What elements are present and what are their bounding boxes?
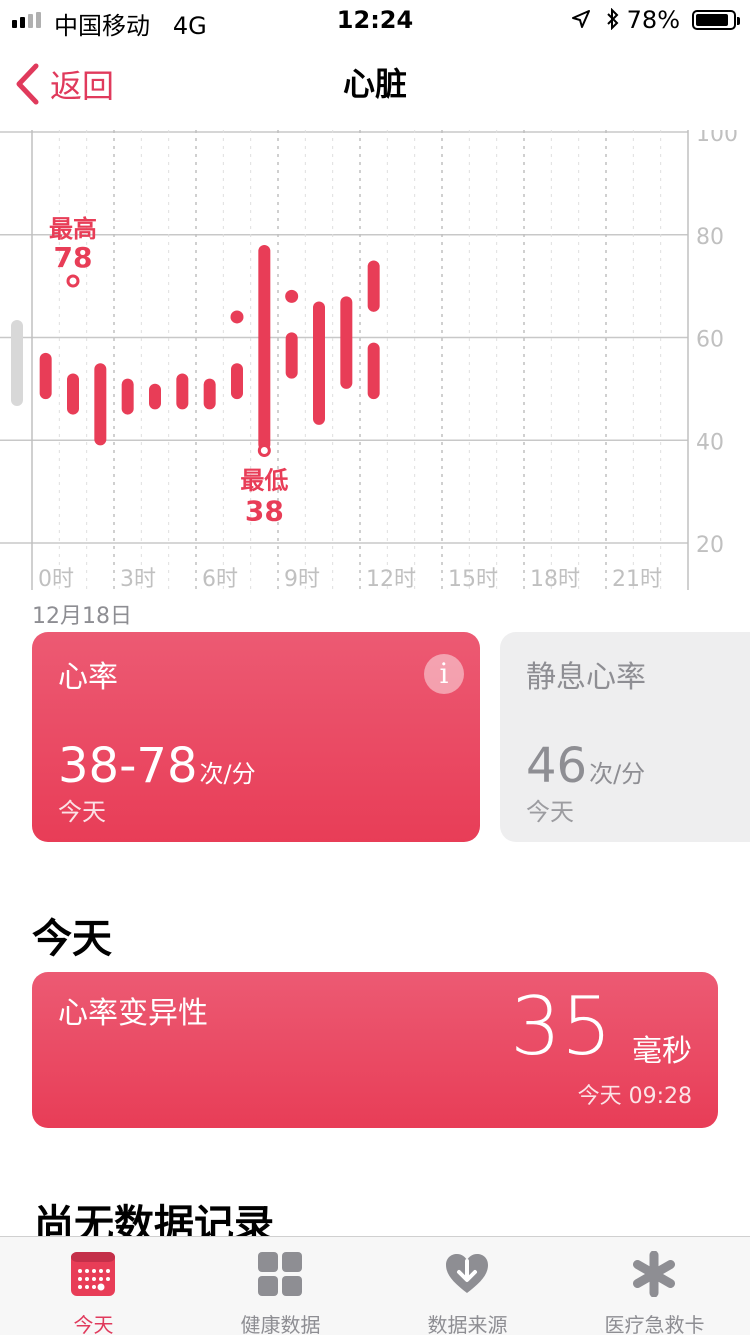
resting-heart-rate-date: 今天 bbox=[526, 798, 574, 826]
resting-heart-rate-card[interactable]: 静息心率 46次/分 今天 bbox=[500, 632, 750, 842]
hrv-unit: 毫秒 bbox=[632, 1034, 692, 1069]
x-tick-label: 9时 bbox=[284, 567, 320, 592]
heart-rate-range-bar bbox=[121, 378, 134, 415]
nav-bar: 返回 心脏 bbox=[0, 40, 750, 130]
status-bar: 中国移动 4G 12:24 78% bbox=[0, 0, 750, 40]
tab-health-data[interactable]: 健康数据 bbox=[187, 1237, 374, 1337]
heart-rate-range-bar bbox=[203, 378, 216, 410]
max-label: 最高 bbox=[49, 215, 97, 243]
x-tick-label: 21时 bbox=[612, 567, 662, 592]
scroll-handle bbox=[11, 320, 23, 406]
heart-rate-range-bar bbox=[176, 373, 189, 410]
heart-rate-chart[interactable]: 100 80 60 40 20 0时 3时 6时 9时 12时 15时 18时 21时 最高78 最低38 bbox=[0, 130, 750, 630]
x-tick-label: 3时 bbox=[120, 567, 156, 592]
min-value: 38 bbox=[245, 495, 284, 528]
y-tick-label: 100 bbox=[696, 130, 738, 147]
battery-percent: 78% bbox=[626, 6, 680, 34]
hrv-value: 35 bbox=[510, 980, 612, 1073]
max-value: 78 bbox=[54, 241, 93, 274]
heart-rate-point bbox=[230, 310, 244, 324]
heart-rate-range-bar bbox=[367, 260, 380, 312]
page-title: 心脏 bbox=[342, 65, 407, 103]
heart-rate-range-bar bbox=[258, 245, 271, 451]
tab-today[interactable]: 今天 bbox=[0, 1237, 187, 1337]
resting-heart-rate-value: 46次/分 bbox=[526, 738, 646, 794]
resting-heart-rate-unit: 次/分 bbox=[589, 760, 646, 788]
heart-rate-range-bar bbox=[39, 352, 52, 400]
heart-rate-range-bar bbox=[149, 383, 161, 410]
heart-rate-date: 今天 bbox=[58, 798, 106, 826]
battery-icon bbox=[692, 10, 740, 30]
location-icon bbox=[572, 10, 590, 28]
asterisk-icon bbox=[633, 1251, 675, 1297]
info-icon[interactable]: i bbox=[424, 654, 464, 694]
section-title-today: 今天 bbox=[32, 916, 112, 962]
max-marker bbox=[66, 274, 80, 288]
resting-heart-rate-title: 静息心率 bbox=[526, 660, 646, 695]
heart-rate-unit: 次/分 bbox=[199, 760, 256, 788]
heart-rate-range-bar bbox=[340, 296, 353, 389]
hrv-timestamp: 今天 09:28 bbox=[577, 1084, 692, 1109]
heart-rate-range-bar bbox=[313, 301, 325, 425]
y-tick-label: 80 bbox=[696, 225, 724, 250]
hrv-card[interactable]: 心率变异性 35 毫秒 今天 09:28 bbox=[32, 972, 718, 1128]
x-tick-label: 12时 bbox=[366, 567, 416, 592]
tab-sources[interactable]: 数据来源 bbox=[374, 1237, 561, 1337]
tab-bar: 今天 健康数据 数据来源 医疗急救卡 bbox=[0, 1236, 750, 1337]
heart-rate-range-bar bbox=[231, 363, 243, 400]
bluetooth-icon bbox=[607, 8, 619, 30]
heart-rate-title: 心率 bbox=[58, 660, 118, 695]
heart-rate-range-bar bbox=[67, 373, 79, 415]
min-label: 最低 bbox=[240, 467, 288, 495]
hrv-title: 心率变异性 bbox=[58, 996, 208, 1031]
x-tick-label: 6时 bbox=[202, 567, 238, 592]
heart-rate-card[interactable]: 心率 i 38-78次/分 今天 bbox=[32, 632, 480, 842]
y-tick-label: 40 bbox=[696, 430, 724, 455]
heart-download-icon bbox=[446, 1254, 488, 1293]
x-tick-label: 15时 bbox=[448, 567, 498, 592]
chart-date: 12月18日 bbox=[32, 604, 132, 629]
calendar-icon bbox=[71, 1252, 115, 1296]
y-tick-label: 60 bbox=[696, 328, 724, 353]
heart-rate-point bbox=[285, 289, 299, 303]
tab-medical-id[interactable]: 医疗急救卡 bbox=[561, 1237, 748, 1337]
x-tick-label: 0时 bbox=[38, 567, 74, 592]
grid-icon bbox=[258, 1252, 302, 1296]
min-marker bbox=[257, 444, 271, 458]
heart-rate-range-bar bbox=[94, 363, 107, 446]
heart-rate-value: 38-78次/分 bbox=[58, 738, 256, 794]
heart-rate-range-bar bbox=[285, 332, 298, 379]
heart-rate-range-bar bbox=[367, 342, 380, 400]
x-tick-label: 18时 bbox=[530, 567, 580, 592]
y-tick-label: 20 bbox=[696, 533, 724, 558]
